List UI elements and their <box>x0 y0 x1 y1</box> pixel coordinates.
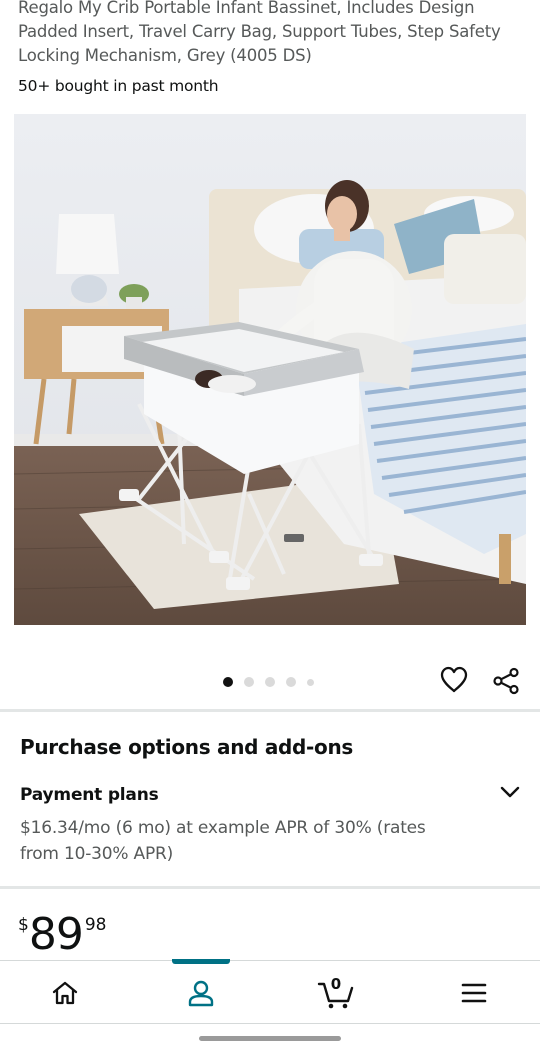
nav-account-button[interactable] <box>171 961 231 1025</box>
image-carousel-dots <box>223 676 325 688</box>
nav-home-button[interactable] <box>35 961 95 1025</box>
home-icon <box>52 981 78 1005</box>
hamburger-menu-icon <box>461 983 487 1003</box>
purchase-options-title: Purchase options and add-ons <box>20 735 354 759</box>
section-divider <box>0 886 540 889</box>
payment-plans-description: $16.34/mo (6 mo) at example APR of 30% (… <box>20 818 426 864</box>
product-price: $ 89 98 <box>18 905 106 965</box>
carousel-dot[interactable] <box>307 678 314 686</box>
price-currency-symbol: $ <box>18 915 29 935</box>
cart-count-badge: 0 <box>330 975 342 993</box>
product-title: Regalo My Crib Portable Infant Bassinet,… <box>18 0 501 65</box>
chevron-down-icon[interactable] <box>498 780 522 804</box>
price-whole: 89 <box>28 909 84 960</box>
carousel-dot[interactable] <box>244 677 254 687</box>
share-icon[interactable] <box>492 667 520 695</box>
payment-plans-label[interactable]: Payment plans <box>20 785 159 805</box>
nav-menu-button[interactable] <box>444 961 504 1025</box>
carousel-dot[interactable] <box>223 677 233 687</box>
product-image[interactable] <box>14 114 526 625</box>
bottom-navigation-bar: 0 <box>0 959 540 1025</box>
bought-count-text: 50+ bought in past month <box>18 77 219 95</box>
carousel-dot[interactable] <box>286 677 296 687</box>
person-icon <box>188 980 214 1007</box>
system-home-indicator[interactable] <box>199 1036 341 1041</box>
carousel-dot[interactable] <box>265 677 275 687</box>
heart-outline-icon[interactable] <box>439 665 469 695</box>
section-divider <box>0 709 540 712</box>
nav-cart-button[interactable]: 0 <box>306 961 366 1025</box>
price-fraction: 98 <box>84 915 107 935</box>
